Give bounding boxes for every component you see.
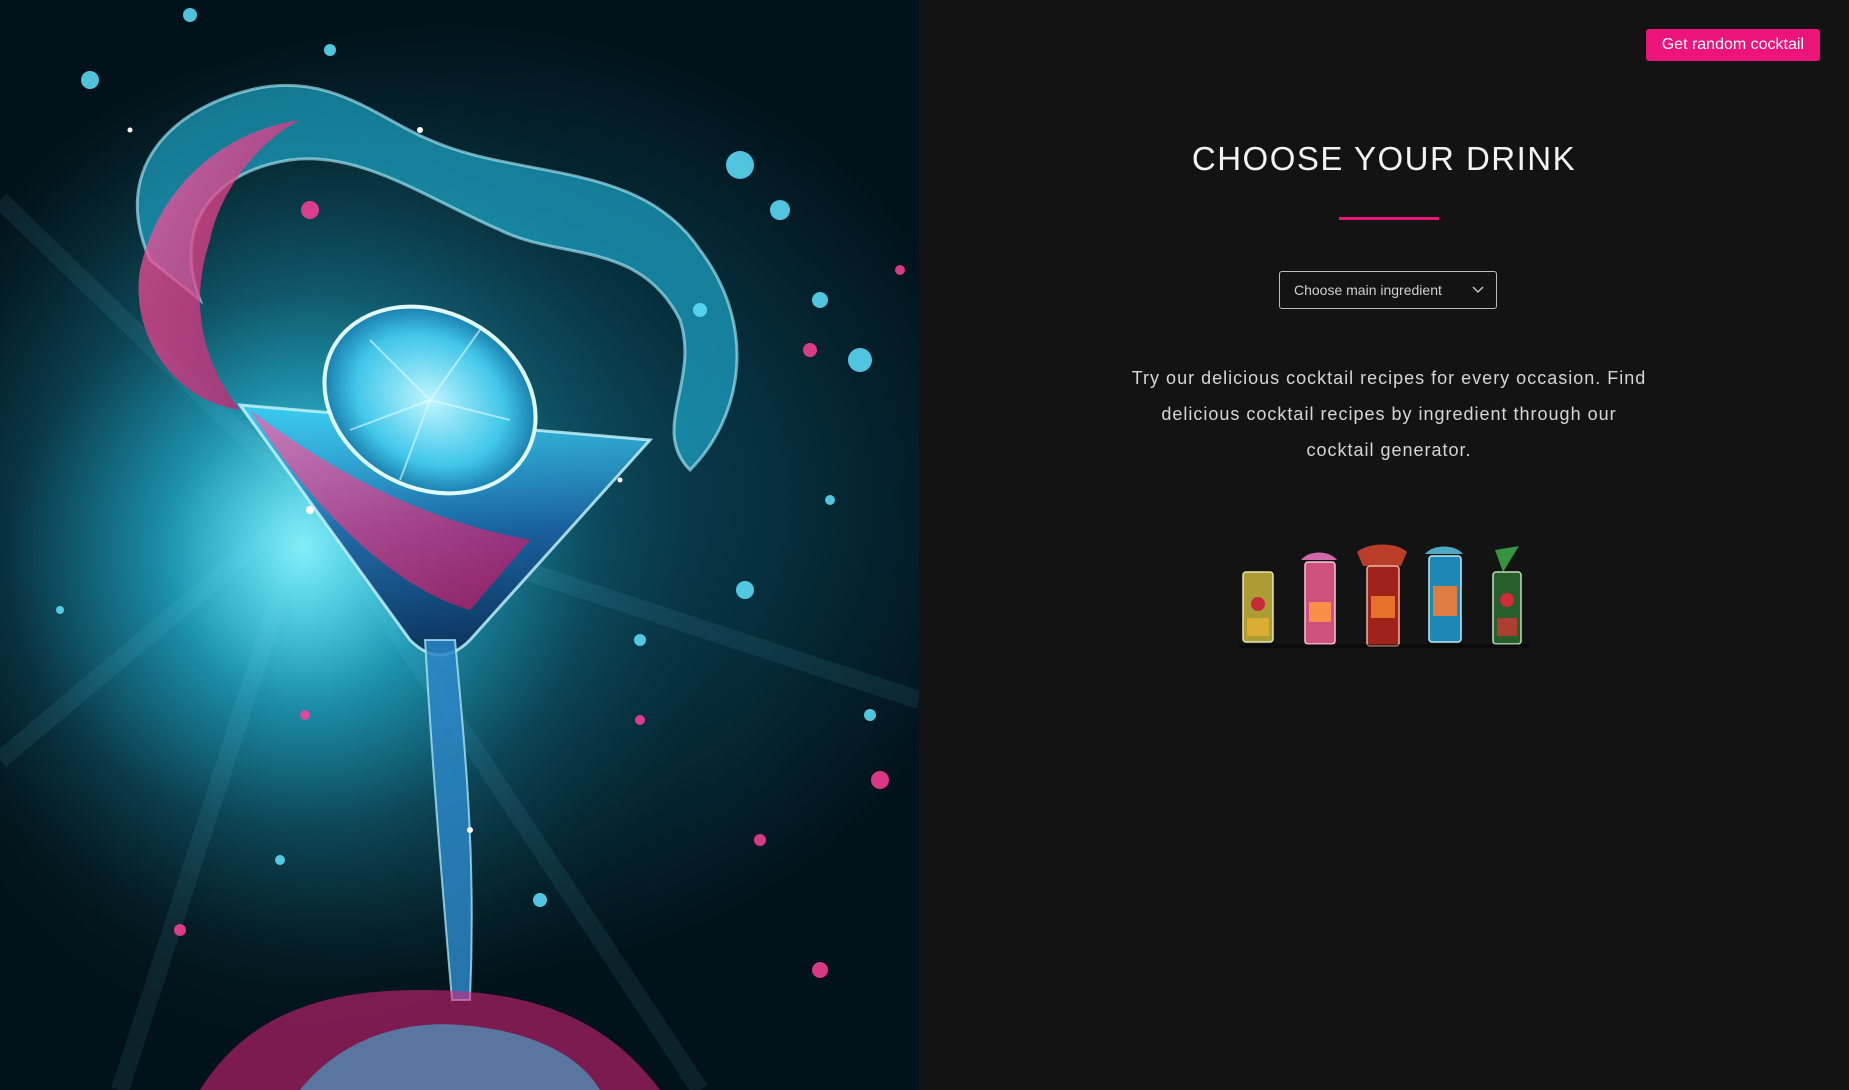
hero-cocktail-image xyxy=(0,0,919,1090)
get-random-cocktail-button[interactable]: Get random cocktail xyxy=(1645,29,1820,61)
cocktail-glasses-image xyxy=(1239,544,1529,648)
main-ingredient-select[interactable]: Choose main ingredient xyxy=(1279,271,1497,309)
intro-description: Try our delicious cocktail recipes for e… xyxy=(1131,368,1647,460)
page: Get random cocktail CHOOSE YOUR DRINK Ch… xyxy=(0,0,1849,1090)
main-panel: Get random cocktail CHOOSE YOUR DRINK Ch… xyxy=(919,0,1849,1090)
main-ingredient-select-label: Choose main ingredient xyxy=(1294,282,1442,298)
title-divider xyxy=(1339,217,1439,220)
page-title: CHOOSE YOUR DRINK xyxy=(1191,140,1577,177)
cocktail-splash-illustration xyxy=(0,0,919,1090)
chevron-down-icon xyxy=(1472,284,1484,296)
